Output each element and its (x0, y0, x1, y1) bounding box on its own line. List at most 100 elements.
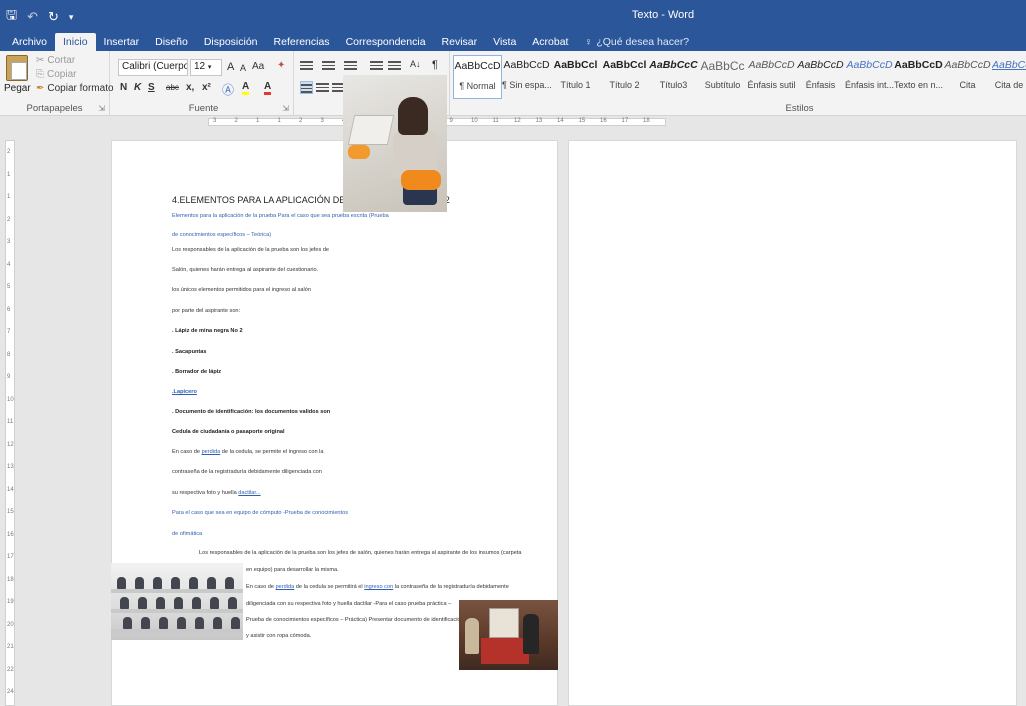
multilevel-list-icon[interactable] (344, 59, 357, 72)
ruler-tick: 9 (7, 374, 11, 380)
tab-correspondencia[interactable]: Correspondencia (338, 36, 434, 51)
ruler-tick: 12 (514, 118, 521, 124)
show-marks-button[interactable]: ¶ (432, 59, 438, 71)
sort-button[interactable]: A↓ (410, 59, 421, 69)
ruler-tick: 7 (7, 329, 11, 335)
document-page-2[interactable] (568, 140, 1017, 706)
ruler-tick: 17 (7, 554, 14, 560)
ruler-tick: 19 (7, 599, 14, 605)
ruler-tick: 6 (7, 306, 11, 313)
format-painter-button[interactable]: ✒ Copiar formato (36, 83, 114, 94)
ruler-tick: 18 (643, 118, 650, 124)
doc-line: Salón, quienes harán entrega al aspirant… (172, 267, 319, 273)
doc-line: . Sacapuntas (172, 349, 207, 355)
ruler-tick: 21 (7, 644, 14, 650)
ruler-tick: 3 (320, 118, 324, 124)
exam-student-photo[interactable] (343, 75, 447, 212)
tell-me-search[interactable]: ♀ ¿Qué desea hacer? (576, 36, 697, 51)
doc-line: En caso de perdida de la cedula, se perm… (172, 449, 324, 455)
bullets-icon[interactable] (300, 59, 313, 72)
align-center-icon[interactable] (316, 81, 329, 94)
copy-button[interactable]: ⎘ Copiar (36, 69, 76, 80)
ruler-tick: 3 (7, 239, 11, 245)
style-enfasis-sutil[interactable]: AaBbCcD Énfasis sutil (747, 55, 796, 99)
highlight-button[interactable]: A (242, 81, 250, 95)
style-enfasis-intenso[interactable]: AaBbCcD Énfasis int... (845, 55, 894, 99)
font-launcher-icon[interactable]: ⇲ (282, 104, 289, 113)
doc-line: de ofimática (172, 531, 203, 537)
italic-button[interactable]: K (134, 82, 141, 93)
tab-disposicion[interactable]: Disposición (196, 36, 266, 51)
grow-font-button[interactable]: A (227, 61, 234, 73)
change-case-button[interactable]: Aa (252, 61, 264, 72)
text-effects-button[interactable]: Ⓐ (222, 81, 234, 98)
clear-format-icon[interactable]: ✦ (277, 60, 285, 71)
style-cita-destacada[interactable]: AaBbCcD Cita de (992, 55, 1026, 99)
ruler-tick: 3 (213, 118, 217, 124)
ruler-tick: 15 (7, 509, 14, 515)
computer-room-photo[interactable] (111, 563, 243, 640)
style-titulo-3[interactable]: AaBbCcC Título3 (649, 55, 698, 99)
doc-line: Prueba de conocimientos específicos – Pr… (246, 617, 464, 623)
style-normal[interactable]: AaBbCcD ¶ Normal (453, 55, 502, 99)
clipboard-launcher-icon[interactable]: ⇲ (98, 104, 105, 113)
ruler-tick: 5 (7, 284, 11, 290)
vertical-ruler[interactable]: 2 1 1 2 3 4 5 6 7 8 9 10 11 12 13 14 15 16 17 18 19 20 21 22 24 (5, 140, 15, 706)
bold-button[interactable]: N (120, 82, 127, 93)
decrease-indent-icon[interactable] (370, 59, 383, 72)
cut-button[interactable]: ✂ Cortar (36, 55, 75, 66)
style-enfasis[interactable]: AaBbCcD Énfasis (796, 55, 845, 99)
ribbon: Pegar ✂ Cortar ⎘ Copiar ✒ Copiar formato Po… (0, 51, 1026, 116)
doc-line: los únicos elementos permitidos para el … (172, 287, 311, 293)
ruler-tick: 2 (7, 216, 11, 223)
subscript-button[interactable]: x, (186, 82, 194, 93)
font-size-combo[interactable]: 12 ▾ (190, 59, 222, 76)
numbering-icon[interactable] (322, 59, 335, 72)
style-subtitulo[interactable]: AaBbCc Subtítulo (698, 55, 747, 99)
tab-acrobat[interactable]: Acrobat (524, 36, 576, 51)
style-titulo-1[interactable]: AaBbCcl Título 1 (551, 55, 600, 99)
superscript-button[interactable]: x² (202, 82, 211, 93)
ruler-tick: 4 (7, 261, 11, 268)
underline-button[interactable]: S (148, 82, 155, 93)
ruler-tick: 15 (578, 118, 586, 124)
ruler-tick: 11 (492, 118, 499, 124)
strikethrough-button[interactable]: abc (166, 83, 179, 92)
tab-vista[interactable]: Vista (485, 36, 524, 51)
style-cita[interactable]: AaBbCcD Cita (943, 55, 992, 99)
shrink-font-button[interactable]: A (240, 63, 246, 73)
doc-line: su respectiva foto y huella dactilar... (172, 490, 261, 496)
scissors-icon: ✂ (36, 55, 45, 66)
font-name-combo[interactable]: Calibri (Cuerpo ▾ (118, 59, 188, 76)
doc-line: diligenciada con su respectiva foto y hu… (246, 601, 452, 607)
tab-diseno[interactable]: Diseño (147, 36, 196, 51)
tab-inicio[interactable]: Inicio (55, 33, 96, 51)
ruler-tick: 9 (449, 118, 453, 124)
ruler-tick: 1 (256, 118, 260, 124)
style-texto-en-negrita[interactable]: AaBbCcD Texto en n... (894, 55, 943, 99)
tab-insertar[interactable]: Insertar (96, 36, 148, 51)
tab-archivo[interactable]: Archivo (4, 36, 55, 51)
ruler-tick: 20 (7, 621, 14, 628)
styles-group-label: Estilos (785, 103, 814, 114)
ruler-tick: 14 (7, 486, 14, 493)
doc-line: de conocimientos específicos – Teórica) (172, 232, 272, 238)
ruler-tick: 11 (7, 419, 14, 425)
ruler-tick: 13 (7, 464, 14, 470)
tab-revisar[interactable]: Revisar (434, 36, 486, 51)
paste-icon[interactable] (6, 55, 28, 81)
horizontal-ruler[interactable]: 321123456789101112131415161718 (0, 116, 1026, 128)
doc-line: En caso de perdida de la cedula se permi… (246, 584, 509, 590)
doc-line: . Borrador de lápiz (172, 369, 222, 375)
font-color-button[interactable]: A (264, 81, 272, 95)
tab-referencias[interactable]: Referencias (266, 36, 338, 51)
align-left-icon[interactable] (300, 81, 313, 94)
exam-booth-photo[interactable] (459, 600, 558, 670)
paste-button[interactable]: Pegar (4, 83, 31, 94)
ruler-tick: 16 (600, 118, 607, 124)
increase-indent-icon[interactable] (388, 59, 401, 72)
ruler-tick: 13 (535, 118, 543, 124)
ruler-tick: 2 (299, 118, 303, 124)
style-sin-espaciado[interactable]: AaBbCcD ¶ Sin espa... (502, 55, 551, 99)
style-titulo-2[interactable]: AaBbCcl Título 2 (600, 55, 649, 99)
